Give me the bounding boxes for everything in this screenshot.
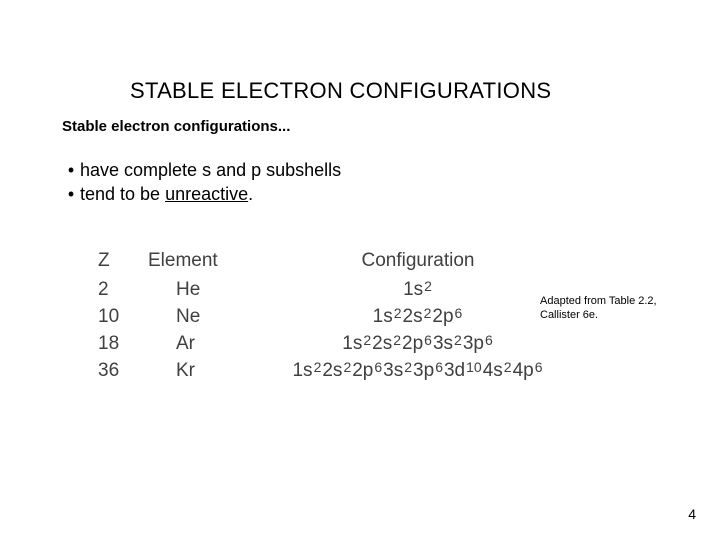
- bullet-text-lead: tend to be: [80, 184, 165, 204]
- col-header-z: Z: [98, 250, 148, 272]
- bullet-text: have complete s and p subshells: [80, 158, 341, 182]
- page-number: 4: [688, 506, 696, 522]
- cell-config: 1s22s22p63s23p6: [258, 332, 578, 355]
- config-text: 1s22s22p63s23p63d104s24p6: [292, 360, 543, 381]
- slide: STABLE ELECTRON CONFIGURATIONS Stable el…: [0, 0, 720, 540]
- table-row: 2 He 1s2: [98, 278, 578, 301]
- table-row: 10 Ne 1s22s22p6: [98, 305, 578, 328]
- bullet-dot-icon: •: [62, 182, 80, 206]
- citation-line: Adapted from Table 2.2,: [540, 295, 657, 309]
- cell-config: 1s2: [258, 278, 578, 301]
- bullet-item: • tend to be unreactive.: [62, 182, 341, 206]
- config-text: 1s22s22p6: [373, 306, 464, 327]
- cell-config: 1s22s22p63s23p63d104s24p6: [258, 359, 578, 382]
- configuration-table: Z Element Configuration 2 He 1s2 10 Ne 1…: [98, 250, 578, 382]
- bullet-dot-icon: •: [62, 158, 80, 182]
- cell-z: 18: [98, 333, 148, 355]
- table-row: 36 Kr 1s22s22p63s23p63d104s24p6: [98, 359, 578, 382]
- cell-z: 36: [98, 360, 148, 382]
- config-text: 1s22s22p63s23p6: [342, 333, 494, 354]
- cell-el: Kr: [148, 360, 258, 382]
- bullet-item: • have complete s and p subshells: [62, 158, 341, 182]
- bullet-text: tend to be unreactive.: [80, 182, 253, 206]
- cell-el: He: [148, 279, 258, 301]
- col-header-config: Configuration: [258, 250, 578, 272]
- bullet-list: • have complete s and p subshells • tend…: [62, 158, 341, 207]
- bullet-text-trail: .: [248, 184, 253, 204]
- citation-line: Callister 6e.: [540, 309, 657, 323]
- slide-subtitle: Stable electron configurations...: [62, 118, 290, 135]
- col-header-element: Element: [148, 250, 258, 272]
- citation: Adapted from Table 2.2, Callister 6e.: [540, 295, 657, 323]
- cell-z: 10: [98, 306, 148, 328]
- table-header-row: Z Element Configuration: [98, 250, 578, 272]
- cell-config: 1s22s22p6: [258, 305, 578, 328]
- config-text: 1s2: [403, 279, 433, 300]
- table-row: 18 Ar 1s22s22p63s23p6: [98, 332, 578, 355]
- cell-el: Ne: [148, 306, 258, 328]
- cell-el: Ar: [148, 333, 258, 355]
- cell-z: 2: [98, 279, 148, 301]
- bullet-text-underlined: unreactive: [165, 184, 248, 204]
- slide-title: STABLE ELECTRON CONFIGURATIONS: [130, 78, 551, 104]
